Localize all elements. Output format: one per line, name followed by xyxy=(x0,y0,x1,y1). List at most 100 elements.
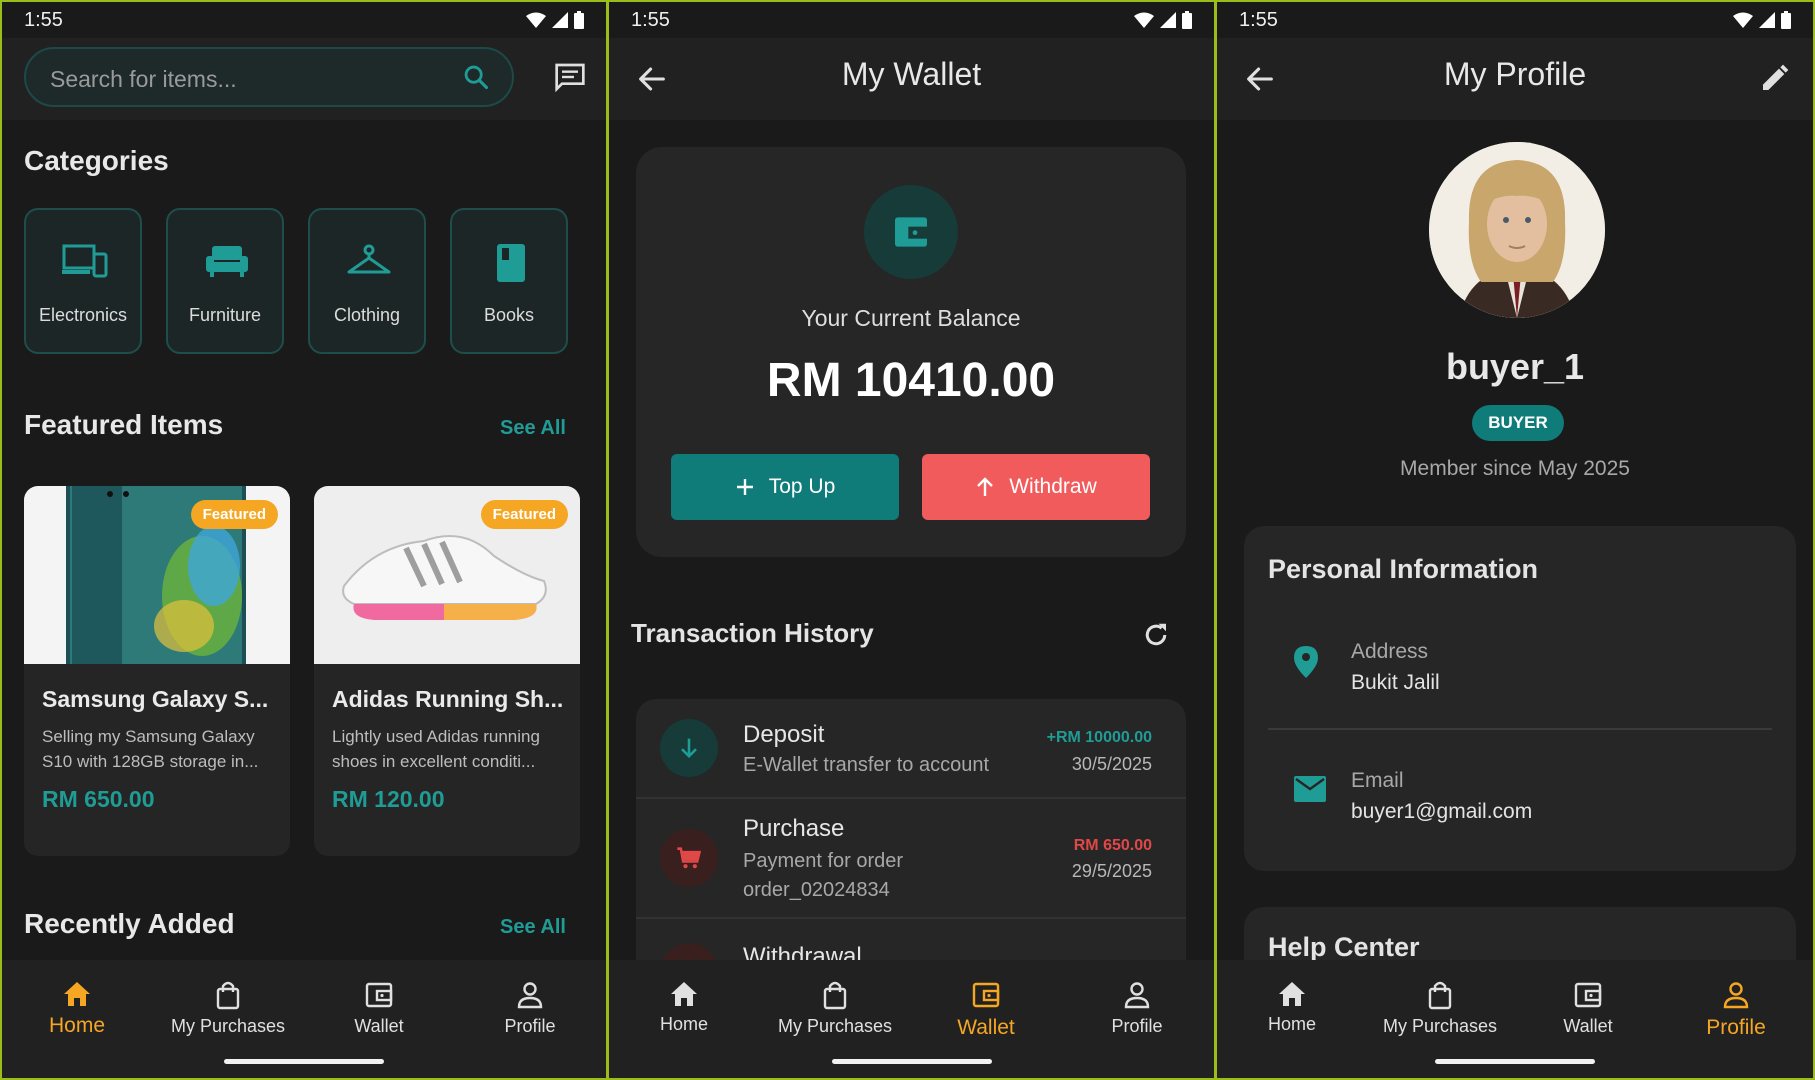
balance-label: Your Current Balance xyxy=(801,305,1021,331)
nav-home[interactable]: Home xyxy=(2,980,152,1038)
wallet-screen: 1:55 My Wallet Your Current Balance RM 1… xyxy=(609,2,1214,1078)
status-time: 1:55 xyxy=(24,8,63,31)
shopping-bag-icon xyxy=(1428,981,1452,1010)
edit-pencil-icon[interactable] xyxy=(1759,62,1791,94)
nav-home[interactable]: Home xyxy=(609,980,759,1035)
refresh-icon[interactable] xyxy=(1141,620,1171,650)
transaction-amount: +RM 10000.00 xyxy=(1046,729,1152,746)
status-icons xyxy=(526,11,584,29)
person-icon xyxy=(1723,982,1749,1009)
sofa-icon xyxy=(206,246,248,277)
item-name: Adidas Running Sh... xyxy=(332,686,564,712)
page-title: My Wallet xyxy=(841,56,982,92)
wifi-icon xyxy=(526,12,546,28)
purchase-badge xyxy=(660,829,718,887)
nav-label: Wallet xyxy=(354,1016,404,1036)
item-description: Selling my Samsung Galaxy S10 with 128GB… xyxy=(42,727,259,771)
featured-see-all-link[interactable]: See All xyxy=(500,417,566,440)
item-card-adidas[interactable]: Featured Adidas Running Sh... Lightly us… xyxy=(314,486,580,856)
nav-profile[interactable]: Profile xyxy=(1661,980,1811,1040)
personal-info-title: Personal Information xyxy=(1268,554,1539,584)
nav-label: Wallet xyxy=(1563,1016,1613,1036)
nav-label: My Purchases xyxy=(777,1016,893,1036)
deposit-badge xyxy=(660,719,718,777)
item-card-samsung[interactable]: Featured Samsung Galaxy S... Selling my … xyxy=(24,486,290,856)
profile-screen: 1:55 My Profile buyer_1 BUYER Member sin… xyxy=(1217,2,1813,1078)
status-bar: 1:55 xyxy=(609,2,1214,38)
signal-icon xyxy=(552,12,568,28)
wallet-badge xyxy=(864,185,958,279)
nav-my-purchases[interactable]: My Purchases xyxy=(153,980,303,1037)
bottom-navigation: Home My Purchases Wallet Profile xyxy=(1217,960,1813,1078)
nav-label: My Purchases xyxy=(170,1016,286,1036)
avatar-portrait xyxy=(1429,142,1605,318)
gesture-bar[interactable] xyxy=(831,1059,992,1064)
nav-label: My Purchases xyxy=(1382,1016,1498,1036)
transaction-row[interactable]: Deposit E-Wallet transfer to account +RM… xyxy=(636,699,1186,799)
category-label: Electronics xyxy=(38,305,128,325)
category-clothing[interactable]: Clothing xyxy=(308,208,426,354)
nav-my-purchases[interactable]: My Purchases xyxy=(760,980,910,1037)
home-icon xyxy=(1279,982,1305,1006)
home-screen: 1:55 Search for items... Categories Elec… xyxy=(2,2,606,1078)
top-up-button[interactable]: Top Up xyxy=(671,454,899,520)
recent-see-all-link[interactable]: See All xyxy=(500,916,566,939)
transaction-description: Payment for order order_02024834 xyxy=(743,850,904,901)
top-up-label: Top Up xyxy=(768,475,836,498)
gesture-bar[interactable] xyxy=(1435,1059,1595,1064)
category-electronics[interactable]: Electronics xyxy=(24,208,142,354)
home-top-bar: Search for items... xyxy=(2,38,606,120)
devices-icon xyxy=(62,244,108,278)
signal-icon xyxy=(1759,12,1775,28)
category-furniture[interactable]: Furniture xyxy=(166,208,284,354)
book-icon xyxy=(497,244,525,282)
bottom-navigation: Home My Purchases Wallet Profile xyxy=(2,960,606,1078)
nav-my-purchases[interactable]: My Purchases xyxy=(1365,980,1515,1037)
transaction-row[interactable]: Purchase Payment for order order_0202483… xyxy=(636,799,1186,919)
message-icon[interactable] xyxy=(554,62,586,92)
help-center-title: Help Center xyxy=(1268,932,1420,962)
nav-profile[interactable]: Profile xyxy=(455,980,605,1037)
status-bar: 1:55 xyxy=(2,2,606,38)
categories-title: Categories xyxy=(24,145,169,176)
avatar[interactable] xyxy=(1429,142,1605,318)
arrow-down-icon xyxy=(681,738,697,758)
nav-wallet[interactable]: Wallet xyxy=(1513,980,1663,1037)
cart-icon xyxy=(677,847,702,869)
category-label: Books xyxy=(483,305,535,325)
category-label: Furniture xyxy=(188,305,262,325)
role-badge: BUYER xyxy=(1472,405,1564,441)
wallet-icon xyxy=(1574,982,1602,1008)
transaction-date: 29/5/2025 xyxy=(1071,861,1152,881)
bottom-navigation: Home My Purchases Wallet Profile xyxy=(609,960,1214,1078)
featured-badge: Featured xyxy=(190,500,278,529)
item-price: RM 650.00 xyxy=(42,786,155,812)
status-bar: 1:55 xyxy=(1217,2,1813,38)
shopping-bag-icon xyxy=(216,981,240,1010)
featured-title: Featured Items xyxy=(24,409,224,440)
arrow-up-icon xyxy=(977,477,994,496)
home-icon xyxy=(64,982,90,1006)
gesture-bar[interactable] xyxy=(224,1059,384,1064)
nav-home[interactable]: Home xyxy=(1217,980,1367,1035)
nav-wallet[interactable]: Wallet xyxy=(911,980,1061,1040)
transaction-description: E-Wallet transfer to account xyxy=(743,754,990,776)
search-input[interactable]: Search for items... xyxy=(24,47,514,107)
category-books[interactable]: Books xyxy=(450,208,568,354)
home-icon xyxy=(671,982,697,1006)
withdraw-button[interactable]: Withdraw xyxy=(922,454,1150,520)
balance-amount: RM 10410.00 xyxy=(766,354,1056,407)
nav-wallet[interactable]: Wallet xyxy=(304,980,454,1037)
transaction-list: Deposit E-Wallet transfer to account +RM… xyxy=(636,699,1186,969)
nav-profile[interactable]: Profile xyxy=(1062,980,1212,1037)
nav-label: Profile xyxy=(504,1016,556,1036)
search-icon[interactable] xyxy=(462,63,490,91)
plus-icon xyxy=(736,479,753,495)
email-value: buyer1@gmail.com xyxy=(1351,800,1533,823)
username: buyer_1 xyxy=(1445,346,1585,387)
status-time: 1:55 xyxy=(631,8,670,31)
status-icons xyxy=(1733,11,1791,29)
item-description: Lightly used Adidas running shoes in exc… xyxy=(332,727,540,771)
battery-icon xyxy=(574,11,584,29)
category-label: Clothing xyxy=(333,305,401,325)
